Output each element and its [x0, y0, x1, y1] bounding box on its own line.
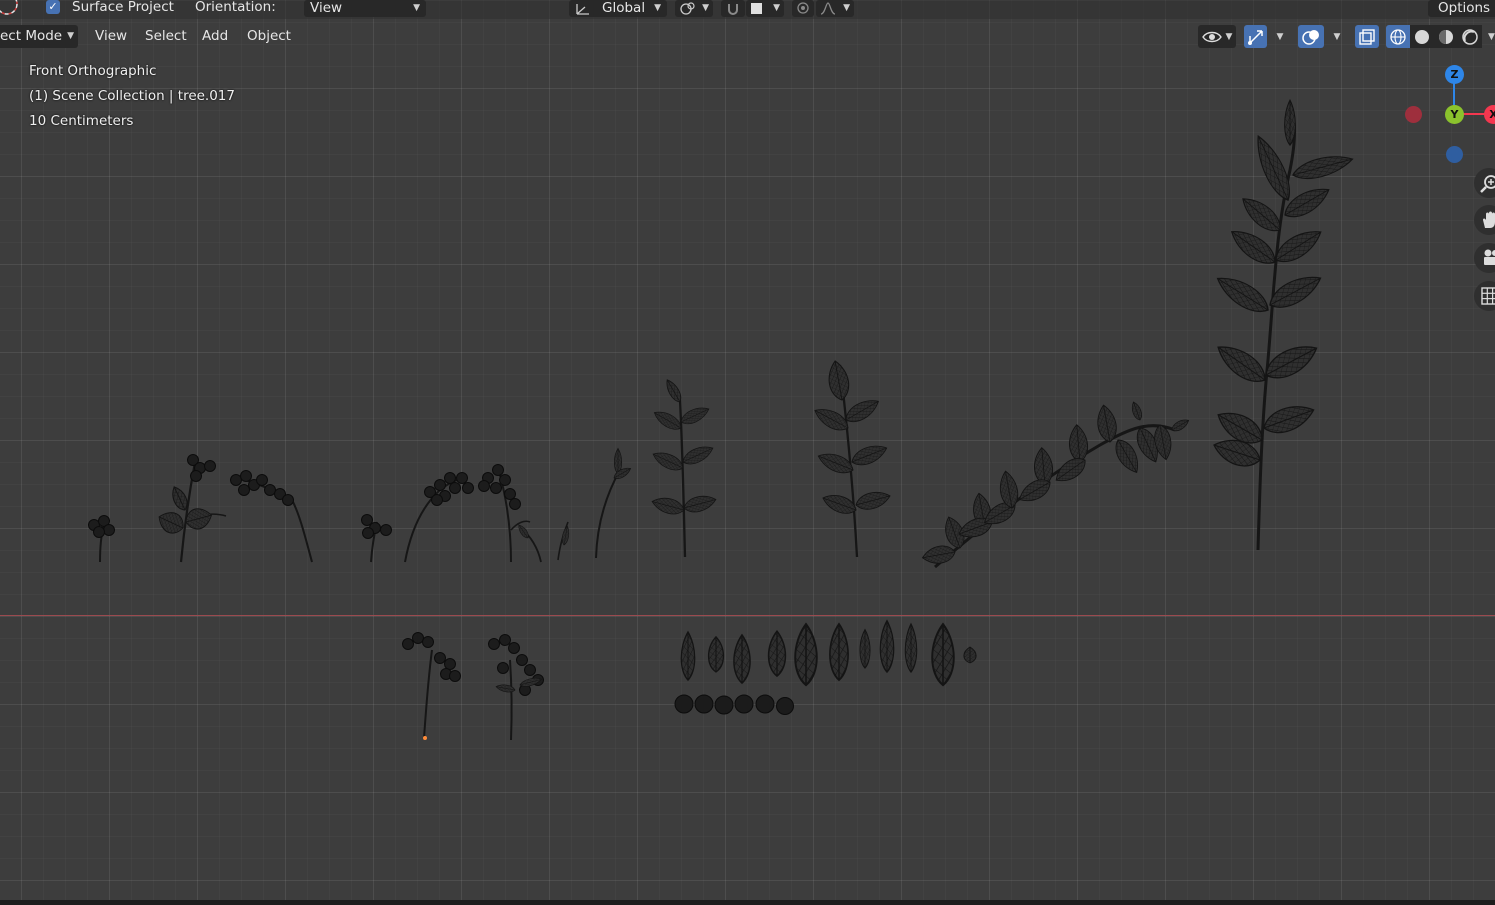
- proportional-edit-icon: [792, 0, 814, 17]
- tool-settings-header: ✓ Surface Project Orientation: View ▼ Glo…: [0, 0, 1495, 19]
- plant-sprig-bottom-1: [402, 632, 461, 740]
- rendered-shading-icon: [1461, 28, 1479, 46]
- pivot-point-icon: [679, 2, 697, 15]
- chevron-down-icon: ▼: [702, 3, 709, 13]
- collection-info: (1) Scene Collection | tree.017: [29, 88, 235, 104]
- 3d-cursor-icon[interactable]: [0, 0, 20, 19]
- xray-icon: [1358, 28, 1376, 46]
- overlays-icon: [1301, 28, 1321, 46]
- snap-toggle[interactable]: [721, 0, 745, 19]
- camera-icon: [1480, 248, 1495, 268]
- scene-objects[interactable]: [0, 0, 1495, 900]
- viewport-bottom-border: [0, 900, 1495, 905]
- plant-sprig-7: [516, 521, 571, 563]
- plant-sprig-5: [404, 472, 474, 563]
- wireframe-shading-button[interactable]: [1386, 25, 1410, 48]
- gizmo-toggle[interactable]: [1244, 25, 1267, 48]
- chevron-down-icon: ▼: [1276, 31, 1284, 42]
- orientation-label: Orientation:: [195, 0, 276, 15]
- chevron-down-icon: ▼: [1333, 31, 1341, 42]
- plant-sprig-10: [810, 358, 893, 558]
- surface-project-option[interactable]: ✓ Surface Project: [46, 0, 174, 19]
- 3d-viewport[interactable]: ✓ Surface Project Orientation: View ▼ Glo…: [0, 0, 1495, 900]
- falloff-curve-icon: [820, 2, 836, 15]
- plant-sprig-4: [361, 514, 392, 563]
- options-label: Options: [1438, 0, 1491, 16]
- overlays-dropdown[interactable]: ▼: [1325, 25, 1345, 48]
- gizmo-neg-x-axis[interactable]: [1405, 106, 1422, 123]
- mode-dropdown[interactable]: ect Mode ▼: [0, 25, 78, 48]
- menu-add[interactable]: Add: [195, 25, 235, 48]
- options-dropdown[interactable]: Options: [1428, 0, 1495, 19]
- gizmo-dropdown[interactable]: ▼: [1268, 25, 1288, 48]
- zoom-icon: [1480, 173, 1495, 193]
- hand-icon: [1480, 210, 1495, 230]
- menu-object[interactable]: Object: [240, 25, 298, 48]
- material-shading-button[interactable]: [1434, 25, 1458, 48]
- transform-orientation-value: Global: [602, 0, 646, 16]
- plant-sprig-8: [595, 447, 633, 559]
- plant-branch-diagonal: [920, 400, 1192, 569]
- material-shading-icon: [1437, 28, 1455, 46]
- pivot-point-dropdown[interactable]: ▼: [675, 0, 713, 19]
- rendered-shading-button[interactable]: [1458, 25, 1482, 48]
- chevron-down-icon: ▼: [67, 31, 74, 41]
- solid-shading-icon: [1413, 28, 1431, 46]
- shading-dropdown[interactable]: ▼: [1484, 25, 1495, 48]
- falloff-dropdown[interactable]: ▼: [816, 0, 854, 19]
- chevron-down-icon: ▼: [773, 3, 780, 13]
- snap-magnet-icon: [721, 0, 745, 17]
- snap-increment-icon: [750, 2, 764, 15]
- transform-orientation-dropdown[interactable]: Global ▼: [569, 0, 667, 19]
- gizmo-z-axis[interactable]: Z: [1445, 65, 1464, 84]
- surface-project-label: Surface Project: [72, 0, 174, 15]
- gizmo-icon: [1247, 28, 1265, 46]
- eye-icon: [1201, 29, 1222, 45]
- plant-sprig-2: [154, 454, 227, 563]
- menu-select[interactable]: Select: [138, 25, 194, 48]
- gizmo-y-axis[interactable]: Y: [1445, 105, 1464, 124]
- proportional-edit-toggle[interactable]: [792, 0, 814, 19]
- xray-toggle[interactable]: [1355, 25, 1379, 48]
- orientation-dropdown[interactable]: View ▼: [304, 0, 426, 19]
- chevron-down-icon: ▼: [1225, 31, 1233, 42]
- grid-scale: 10 Centimeters: [29, 113, 134, 129]
- plant-sprig-6: [478, 464, 531, 563]
- view-name: Front Orthographic: [29, 63, 157, 79]
- overlays-toggle[interactable]: [1298, 25, 1324, 48]
- wireframe-shading-icon: [1389, 28, 1407, 46]
- chevron-down-icon: ▼: [654, 3, 661, 13]
- gizmo-neg-z-axis[interactable]: [1446, 146, 1463, 163]
- chevron-down-icon: ▼: [1488, 31, 1495, 42]
- mode-value: ect Mode: [0, 28, 63, 44]
- transform-orientation-icon: [575, 2, 591, 15]
- orientation-value: View: [310, 0, 343, 16]
- x-axis-line: [0, 615, 1495, 616]
- leaf-assets-row: [680, 619, 977, 687]
- chevron-down-icon: ▼: [413, 3, 420, 13]
- chevron-down-icon: ▼: [843, 3, 850, 13]
- plant-sprig-1: [88, 515, 115, 563]
- grid-ortho-icon: [1480, 286, 1495, 306]
- plant-sprig-9: [649, 377, 719, 558]
- visibility-dropdown[interactable]: ▼: [1198, 25, 1236, 48]
- surface-project-checkbox[interactable]: ✓: [46, 0, 60, 14]
- plant-branch-tall: [1209, 99, 1356, 551]
- berry-assets-row: [674, 694, 794, 715]
- snap-target-dropdown[interactable]: ▼: [746, 0, 784, 19]
- solid-shading-button[interactable]: [1410, 25, 1434, 48]
- plant-sprig-3: [230, 470, 313, 563]
- menu-view[interactable]: View: [88, 25, 134, 48]
- plant-sprig-bottom-2: [488, 634, 544, 741]
